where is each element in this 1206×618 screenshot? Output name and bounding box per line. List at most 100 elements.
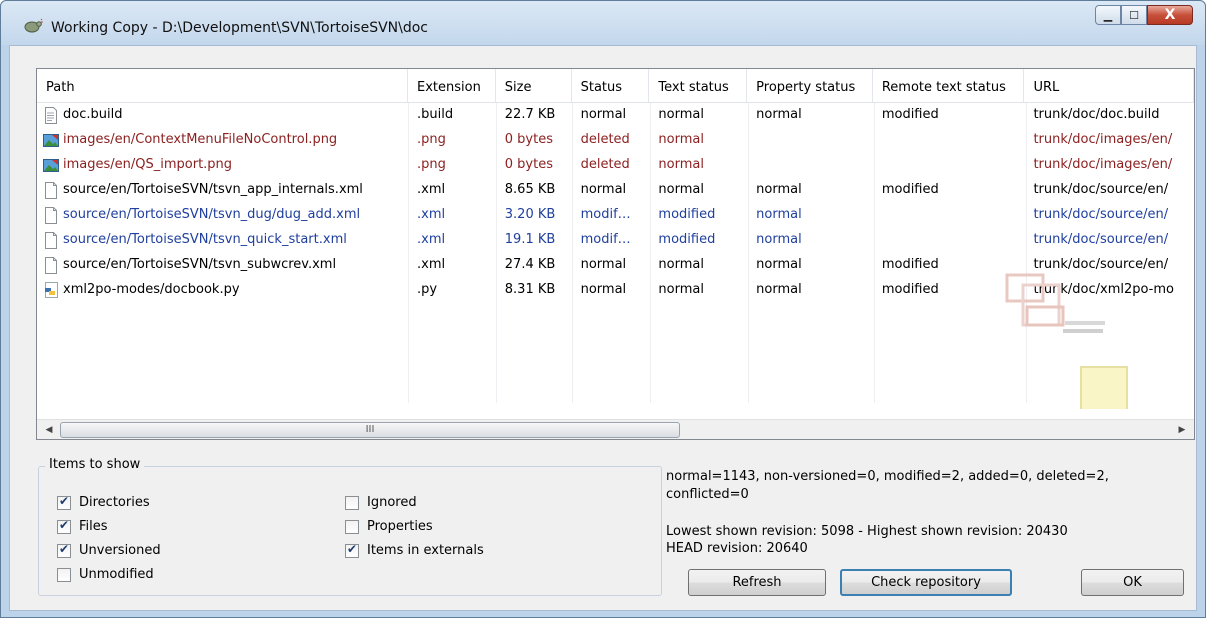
cell-path: images/en/QS_import.png — [37, 153, 408, 178]
title-bar[interactable]: Working Copy - D:\Development\SVN\Tortoi… — [1, 1, 1205, 45]
scroll-left-icon[interactable]: ◀ — [40, 422, 58, 438]
column-header-remote-text-status[interactable]: Remote text status — [873, 69, 1025, 102]
path-text: xml2po-modes/docbook.py — [63, 282, 240, 297]
table-row[interactable]: source/en/TortoiseSVN/tsvn_subwcrev.xml.… — [37, 253, 1194, 278]
table-row[interactable]: images/en/ContextMenuFileNoControl.png .p… — [37, 128, 1194, 153]
table-row[interactable]: images/en/QS_import.png .png 0 bytes delete… — [37, 153, 1194, 178]
column-header-property-status[interactable]: Property status — [747, 69, 873, 102]
cell-size: 3.20 KB — [504, 207, 556, 222]
column-header-url[interactable]: URL — [1024, 69, 1194, 102]
cell-url: trunk/doc/source/en/ — [1033, 257, 1169, 272]
path-text: doc.build — [63, 107, 123, 122]
scroll-right-icon[interactable]: ▶ — [1173, 422, 1191, 438]
ok-button[interactable]: OK — [1081, 569, 1184, 596]
checkbox-checked-icon[interactable]: ✔ — [57, 494, 71, 510]
checkbox-ignored[interactable]: Ignored — [345, 495, 417, 510]
table-row[interactable]: source/en/TortoiseSVN/tsvn_app_internals… — [37, 178, 1194, 203]
cell-url: trunk/doc/source/en/ — [1033, 232, 1169, 247]
cell-status: deleted — [580, 132, 630, 147]
cell-url: trunk/doc/images/en/ — [1033, 132, 1173, 147]
checkbox-unmodified[interactable]: Unmodified — [57, 567, 154, 582]
cell-path: xml2po-modes/docbook.py — [37, 278, 408, 303]
table-row[interactable]: doc.build .build 22.7 KB normal normal normal… — [37, 103, 1194, 128]
cell-extension: .png — [417, 157, 446, 172]
cell-size: 27.4 KB — [504, 257, 556, 272]
cell-property-status — [747, 128, 873, 153]
check-repository-button[interactable]: Check repository — [840, 569, 1012, 596]
table-row[interactable]: xml2po-modes/docbook.py .py 8.31 KB normal n… — [37, 278, 1194, 303]
cell-text-status: normal — [658, 182, 704, 197]
blank-file-icon — [43, 232, 63, 253]
image-file-icon — [43, 157, 63, 178]
column-header-size[interactable]: Size — [496, 69, 572, 102]
cell-path: images/en/ContextMenuFileNoControl.png — [37, 128, 408, 153]
checkbox-unchecked-icon[interactable] — [345, 495, 359, 510]
cell-status: deleted — [580, 157, 630, 172]
horizontal-scrollbar[interactable]: ◀ III ▶ — [37, 419, 1194, 439]
checkbox-checked-icon[interactable]: ✔ — [345, 542, 359, 558]
cell-status: normal — [580, 257, 627, 272]
cell-extension: .xml — [417, 232, 446, 247]
caption-buttons: ▁ ☐ X — [1095, 5, 1193, 25]
cell-status: normal — [580, 182, 627, 197]
column-header-status[interactable]: Status — [572, 69, 650, 102]
cell-property-status: normal — [756, 182, 802, 197]
cell-text-status: normal — [658, 107, 704, 122]
tortoise-svn-icon — [24, 18, 43, 33]
checkbox-label: Properties — [367, 519, 433, 534]
cell-size: 0 bytes — [504, 157, 553, 172]
maximize-button[interactable]: ☐ — [1121, 5, 1147, 25]
blank-file-icon — [43, 182, 63, 203]
cell-extension: .xml — [417, 182, 446, 197]
window-title: Working Copy - D:\Development\SVN\Tortoi… — [51, 20, 428, 36]
checkbox-items-in-externals[interactable]: ✔ Items in externals — [345, 542, 484, 558]
cell-extension: .build — [417, 107, 454, 122]
python-file-icon — [43, 282, 63, 303]
revision-info: Lowest shown revision: 5098 - Highest sh… — [666, 523, 1166, 557]
checkbox-directories[interactable]: ✔ Directories — [57, 494, 150, 510]
checkbox-files[interactable]: ✔ Files — [57, 518, 108, 534]
image-file-icon — [43, 132, 63, 153]
cell-path: source/en/TortoiseSVN/tsvn_subwcrev.xml — [37, 253, 408, 278]
cell-path: source/en/TortoiseSVN/tsvn_dug/dug_add.x… — [37, 203, 408, 228]
cell-property-status: normal — [756, 107, 802, 122]
cell-url: trunk/doc/xml2po-mo — [1033, 282, 1174, 297]
cell-property-status: normal — [756, 232, 802, 247]
scroll-thumb[interactable]: III — [60, 422, 680, 438]
path-text: source/en/TortoiseSVN/tsvn_subwcrev.xml — [63, 257, 337, 272]
checkbox-checked-icon[interactable]: ✔ — [57, 542, 71, 558]
cell-size: 8.31 KB — [504, 282, 556, 297]
cell-path: doc.build — [37, 103, 408, 128]
cell-remote-text-status — [873, 228, 1025, 253]
column-header-path[interactable]: Path — [37, 69, 408, 102]
column-header-text-status[interactable]: Text status — [649, 69, 748, 102]
checkbox-unchecked-icon[interactable] — [57, 567, 71, 582]
cell-extension: .xml — [417, 207, 446, 222]
table-row[interactable]: source/en/TortoiseSVN/tsvn_dug/dug_add.x… — [37, 203, 1194, 228]
cell-url: trunk/doc/images/en/ — [1033, 157, 1173, 172]
revision-range: Lowest shown revision: 5098 - Highest sh… — [666, 524, 1068, 539]
close-button[interactable]: X — [1147, 5, 1193, 25]
checkbox-checked-icon[interactable]: ✔ — [57, 518, 71, 534]
minimize-button[interactable]: ▁ — [1095, 5, 1121, 25]
cell-remote-text-status — [873, 203, 1025, 228]
table-row[interactable]: source/en/TortoiseSVN/tsvn_quick_start.x… — [37, 228, 1194, 253]
checkbox-unchecked-icon[interactable] — [345, 519, 359, 534]
refresh-button[interactable]: Refresh — [688, 569, 826, 596]
cell-path: source/en/TortoiseSVN/tsvn_app_internals… — [37, 178, 408, 203]
minimize-icon: ▁ — [1103, 8, 1113, 22]
cell-remote-text-status — [873, 128, 1025, 153]
column-header-extension[interactable]: Extension — [408, 69, 496, 102]
cell-text-status: modified — [658, 232, 716, 247]
cell-property-status: normal — [756, 282, 802, 297]
checkbox-label: Unmodified — [79, 567, 154, 582]
text-file-icon — [43, 107, 63, 128]
checkbox-unversioned[interactable]: ✔ Unversioned — [57, 542, 161, 558]
file-list-view[interactable]: Path Extension Size Status Text status Proper… — [36, 68, 1195, 440]
working-copy-window: Working Copy - D:\Development\SVN\Tortoi… — [0, 0, 1206, 618]
path-text: source/en/TortoiseSVN/tsvn_app_internals… — [63, 182, 363, 197]
cell-remote-text-status: modified — [881, 182, 939, 197]
cell-property-status: normal — [756, 207, 802, 222]
checkbox-properties[interactable]: Properties — [345, 519, 433, 534]
cell-url: trunk/doc/doc.build — [1033, 107, 1160, 122]
